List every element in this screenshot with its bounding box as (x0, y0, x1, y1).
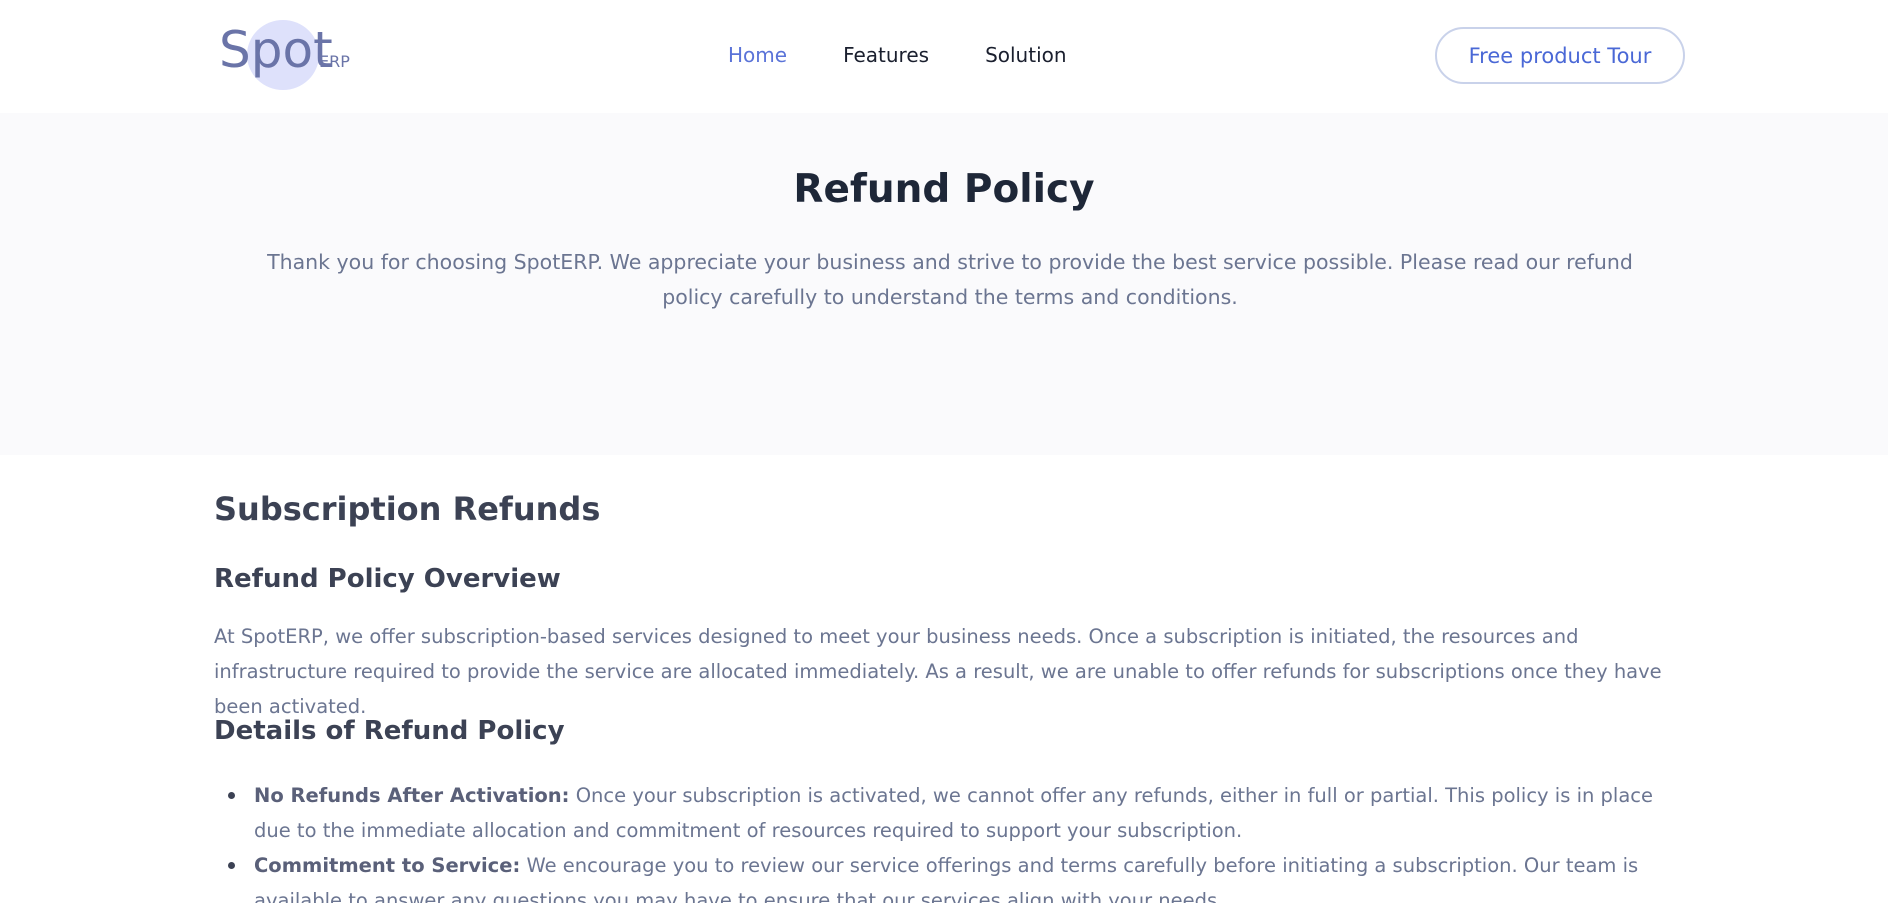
nav-link-features[interactable]: Features (843, 42, 929, 68)
overview-paragraph: At SpotERP, we offer subscription-based … (214, 625, 1662, 718)
logo-suffix: ERP (319, 52, 350, 71)
overview-heading: Refund Policy Overview (214, 564, 561, 594)
list-item-term: No Refunds After Activation: (254, 784, 570, 807)
logo-text: Spot (219, 21, 333, 79)
nav-link-home[interactable]: Home (728, 42, 787, 68)
nav-link-solution[interactable]: Solution (985, 42, 1066, 68)
bullet-dot (228, 862, 235, 869)
list-item-term: Commitment to Service: (254, 854, 521, 877)
list-item: No Refunds After Activation: Once your s… (228, 778, 1684, 848)
bullet-dot (228, 792, 235, 799)
details-list: No Refunds After Activation: Once your s… (228, 778, 1684, 903)
main-nav: Home Features Solution (728, 42, 1067, 68)
hero-intro-text: Thank you for choosing SpotERP. We appre… (267, 250, 1633, 309)
page-title: Refund Policy (793, 167, 1095, 212)
list-item: Commitment to Service: We encourage you … (228, 848, 1684, 903)
free-product-tour-button[interactable]: Free product Tour (1435, 27, 1685, 84)
site-header: Spot ERP Home Features Solution Free pro… (0, 0, 1888, 113)
logo[interactable]: Spot ERP (217, 17, 357, 93)
section-title: Subscription Refunds (214, 490, 601, 528)
details-heading: Details of Refund Policy (214, 716, 565, 746)
